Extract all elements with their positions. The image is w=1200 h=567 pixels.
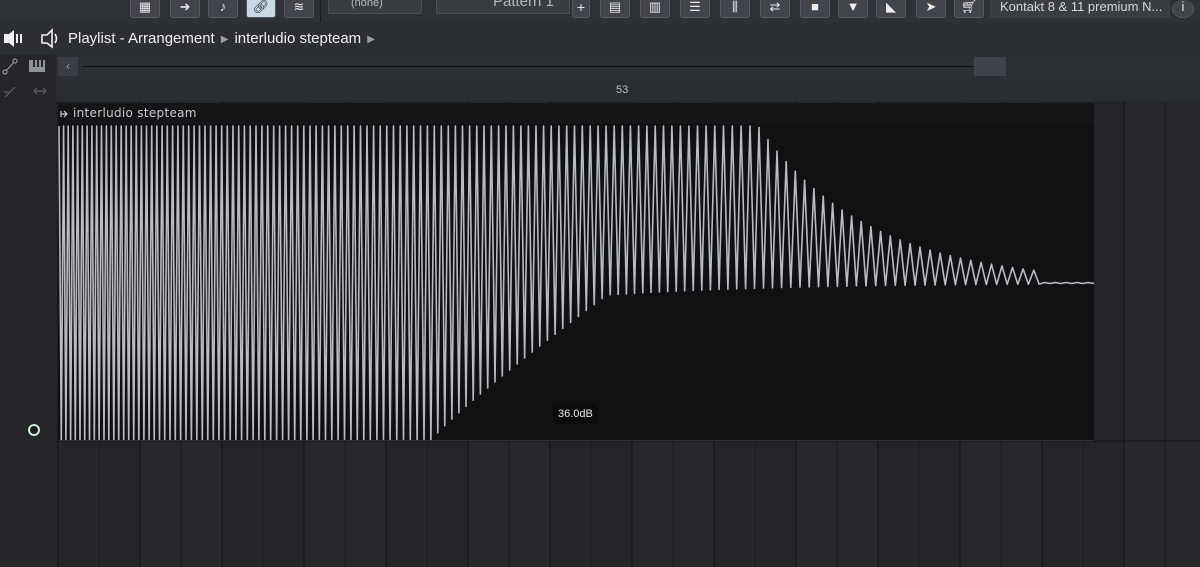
step-seq-icon[interactable]: ▤ [600, 0, 630, 18]
playlist-icon[interactable]: ☰ [680, 0, 710, 18]
scroll-track[interactable] [82, 66, 1004, 67]
add-pattern-button[interactable]: + [572, 0, 590, 18]
info-icon[interactable]: i [1172, 0, 1194, 18]
playlist-titlebar: Playlist - Arrangement ▶ interludio stepte… [0, 22, 1200, 55]
automation-curve[interactable] [58, 125, 1094, 441]
pattern-selector[interactable]: Pattern 1 [436, 0, 570, 14]
speaker-icon[interactable] [41, 28, 58, 49]
note-icon[interactable]: ♪ [208, 0, 238, 18]
arrow-right-icon[interactable]: ➜ [170, 0, 200, 18]
breadcrumb-arrow-icon: ▶ [220, 34, 229, 45]
channel-selector-value: (none) [351, 0, 383, 9]
track-select-indicator[interactable] [28, 424, 40, 436]
toolbar-divider [320, 0, 321, 22]
pattern-selector-value: Pattern 1 [493, 0, 554, 10]
automation-clip-icon [60, 110, 68, 118]
link-icon[interactable]: 🔗︎ [246, 0, 276, 18]
song-mode-icon[interactable]: ▥ [640, 0, 670, 18]
breadcrumb-arrow-icon[interactable]: ▶ [367, 34, 375, 45]
automation-waveform [58, 125, 1094, 441]
scroll-thumb[interactable] [974, 57, 1006, 76]
plugin-picker[interactable]: Kontakt 8 & 11 premium N... [990, 0, 1170, 18]
track-tools-column [0, 55, 57, 567]
titlebar-icons [4, 28, 58, 49]
playlist-title: Playlist - Arrangement [68, 30, 215, 47]
grid-bar-shade [1124, 101, 1200, 567]
shop-icon[interactable]: 🛒︎ [954, 0, 984, 18]
automation-tool-icon[interactable] [2, 58, 18, 75]
slide-tool-icon[interactable] [4, 86, 16, 98]
microphone-icon[interactable]: ▼ [838, 0, 868, 18]
tool-icons [2, 58, 47, 98]
dj-icon[interactable]: ◣ [876, 0, 906, 18]
horizontal-scrollbar[interactable]: ‹ [56, 55, 1200, 79]
timeline-ruler[interactable]: 53 [56, 79, 1200, 102]
clip-header[interactable]: interludio stepteam [58, 103, 1094, 124]
plugin-label: Kontakt 8 & 11 premium N... [1000, 0, 1163, 14]
breadcrumb: Playlist - Arrangement ▶ interludio stepte… [68, 30, 381, 47]
stop-icon[interactable]: ■ [800, 0, 830, 18]
breadcrumb-clip[interactable]: interludio stepteam [234, 30, 361, 47]
piano-roll-icon[interactable]: ▦ [130, 0, 160, 18]
render-icon[interactable]: ➤ [916, 0, 946, 18]
channel-selector[interactable]: (none) [328, 0, 422, 14]
clip-name: interludio stepteam [73, 106, 197, 120]
chevron-left-icon[interactable]: ‹ [58, 57, 78, 76]
automation-clip[interactable]: interludio stepteam [58, 103, 1094, 441]
keyboard-tool-icon[interactable] [29, 60, 45, 72]
channel-rack-icon[interactable]: ⇄ [760, 0, 790, 18]
value-tooltip: 36.0dB [553, 404, 598, 424]
playlist-menu-icon[interactable] [4, 30, 22, 47]
bar-number: 53 [616, 84, 629, 96]
chord-icon[interactable]: ≋ [284, 0, 314, 18]
stretch-tool-icon[interactable] [33, 87, 47, 95]
mixer-icon[interactable]: ⫼ [720, 0, 750, 18]
main-toolbar: ▦ ➜ ♪ 🔗︎ ≋ (none) Pattern 1 + ▤ ▥ ☰ ⫼ ⇄ … [0, 0, 1200, 23]
